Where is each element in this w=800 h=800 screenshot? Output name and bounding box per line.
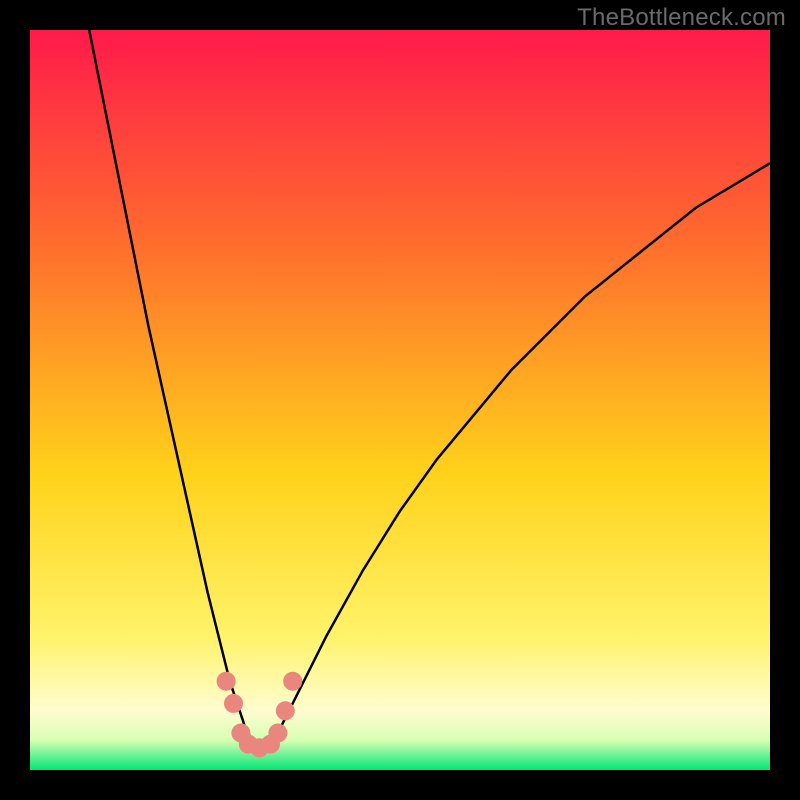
plot-area (30, 30, 770, 770)
watermark-text: TheBottleneck.com (577, 4, 786, 32)
curve-marker (225, 694, 243, 712)
gradient-background (30, 30, 770, 770)
curve-marker (284, 672, 302, 690)
curve-marker (276, 702, 294, 720)
chart-frame: TheBottleneck.com (0, 0, 800, 800)
curve-marker (269, 724, 287, 742)
chart-svg (30, 30, 770, 770)
curve-marker (217, 672, 235, 690)
